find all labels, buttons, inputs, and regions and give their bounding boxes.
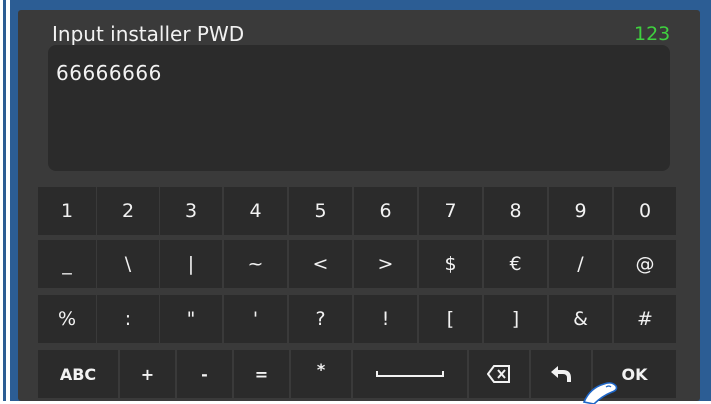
key-1[interactable]: 1 [38,187,96,235]
key-4[interactable]: 4 [224,187,287,235]
key-9[interactable]: 9 [549,187,612,235]
key-hash[interactable]: # [614,295,676,343]
keyboard: 1 2 3 4 5 6 7 8 9 0 _ \ | ~ < > $ € / @ … [36,185,678,401]
prompt-label: Input installer PWD [52,22,245,46]
input-mode-toggle[interactable]: 123 [634,21,670,47]
key-dollar[interactable]: $ [419,240,482,288]
key-tilde[interactable]: ~ [224,240,287,288]
key-5[interactable]: 5 [289,187,352,235]
abc-button[interactable]: ABC [38,350,118,398]
key-slash[interactable]: / [549,240,612,288]
key-minus[interactable]: - [177,350,232,398]
key-pipe[interactable]: | [160,240,222,288]
backspace-button[interactable] [469,350,529,398]
key-8[interactable]: 8 [484,187,547,235]
key-single-quote[interactable]: ' [224,295,287,343]
key-0[interactable]: 0 [614,187,676,235]
key-2[interactable]: 2 [97,187,159,235]
return-arrow-icon [551,366,571,382]
key-left-bracket[interactable]: [ [419,295,482,343]
key-colon[interactable]: : [97,295,159,343]
key-percent[interactable]: % [38,295,96,343]
key-6[interactable]: 6 [354,187,417,235]
key-question[interactable]: ? [289,295,352,343]
password-value: 66666666 [56,61,162,85]
key-double-quote[interactable]: " [160,295,222,343]
pointer-finger-icon [582,382,618,404]
key-plus[interactable]: + [120,350,175,398]
key-7[interactable]: 7 [419,187,482,235]
key-equals[interactable]: = [234,350,289,398]
key-right-bracket[interactable]: ] [484,295,547,343]
key-star[interactable]: * [291,350,351,398]
key-exclamation[interactable]: ! [354,295,417,343]
key-euro[interactable]: € [484,240,547,288]
space-button[interactable] [353,350,467,398]
left-edge [0,0,10,401]
key-backslash[interactable]: \ [97,240,159,288]
key-greater-than[interactable]: > [354,240,417,288]
password-field[interactable]: 66666666 [48,45,670,171]
key-at[interactable]: @ [614,240,676,288]
key-3[interactable]: 3 [160,187,222,235]
key-underscore[interactable]: _ [38,240,96,288]
key-ampersand[interactable]: & [549,295,612,343]
space-icon [376,371,444,377]
backspace-icon [487,365,510,383]
key-less-than[interactable]: < [289,240,352,288]
